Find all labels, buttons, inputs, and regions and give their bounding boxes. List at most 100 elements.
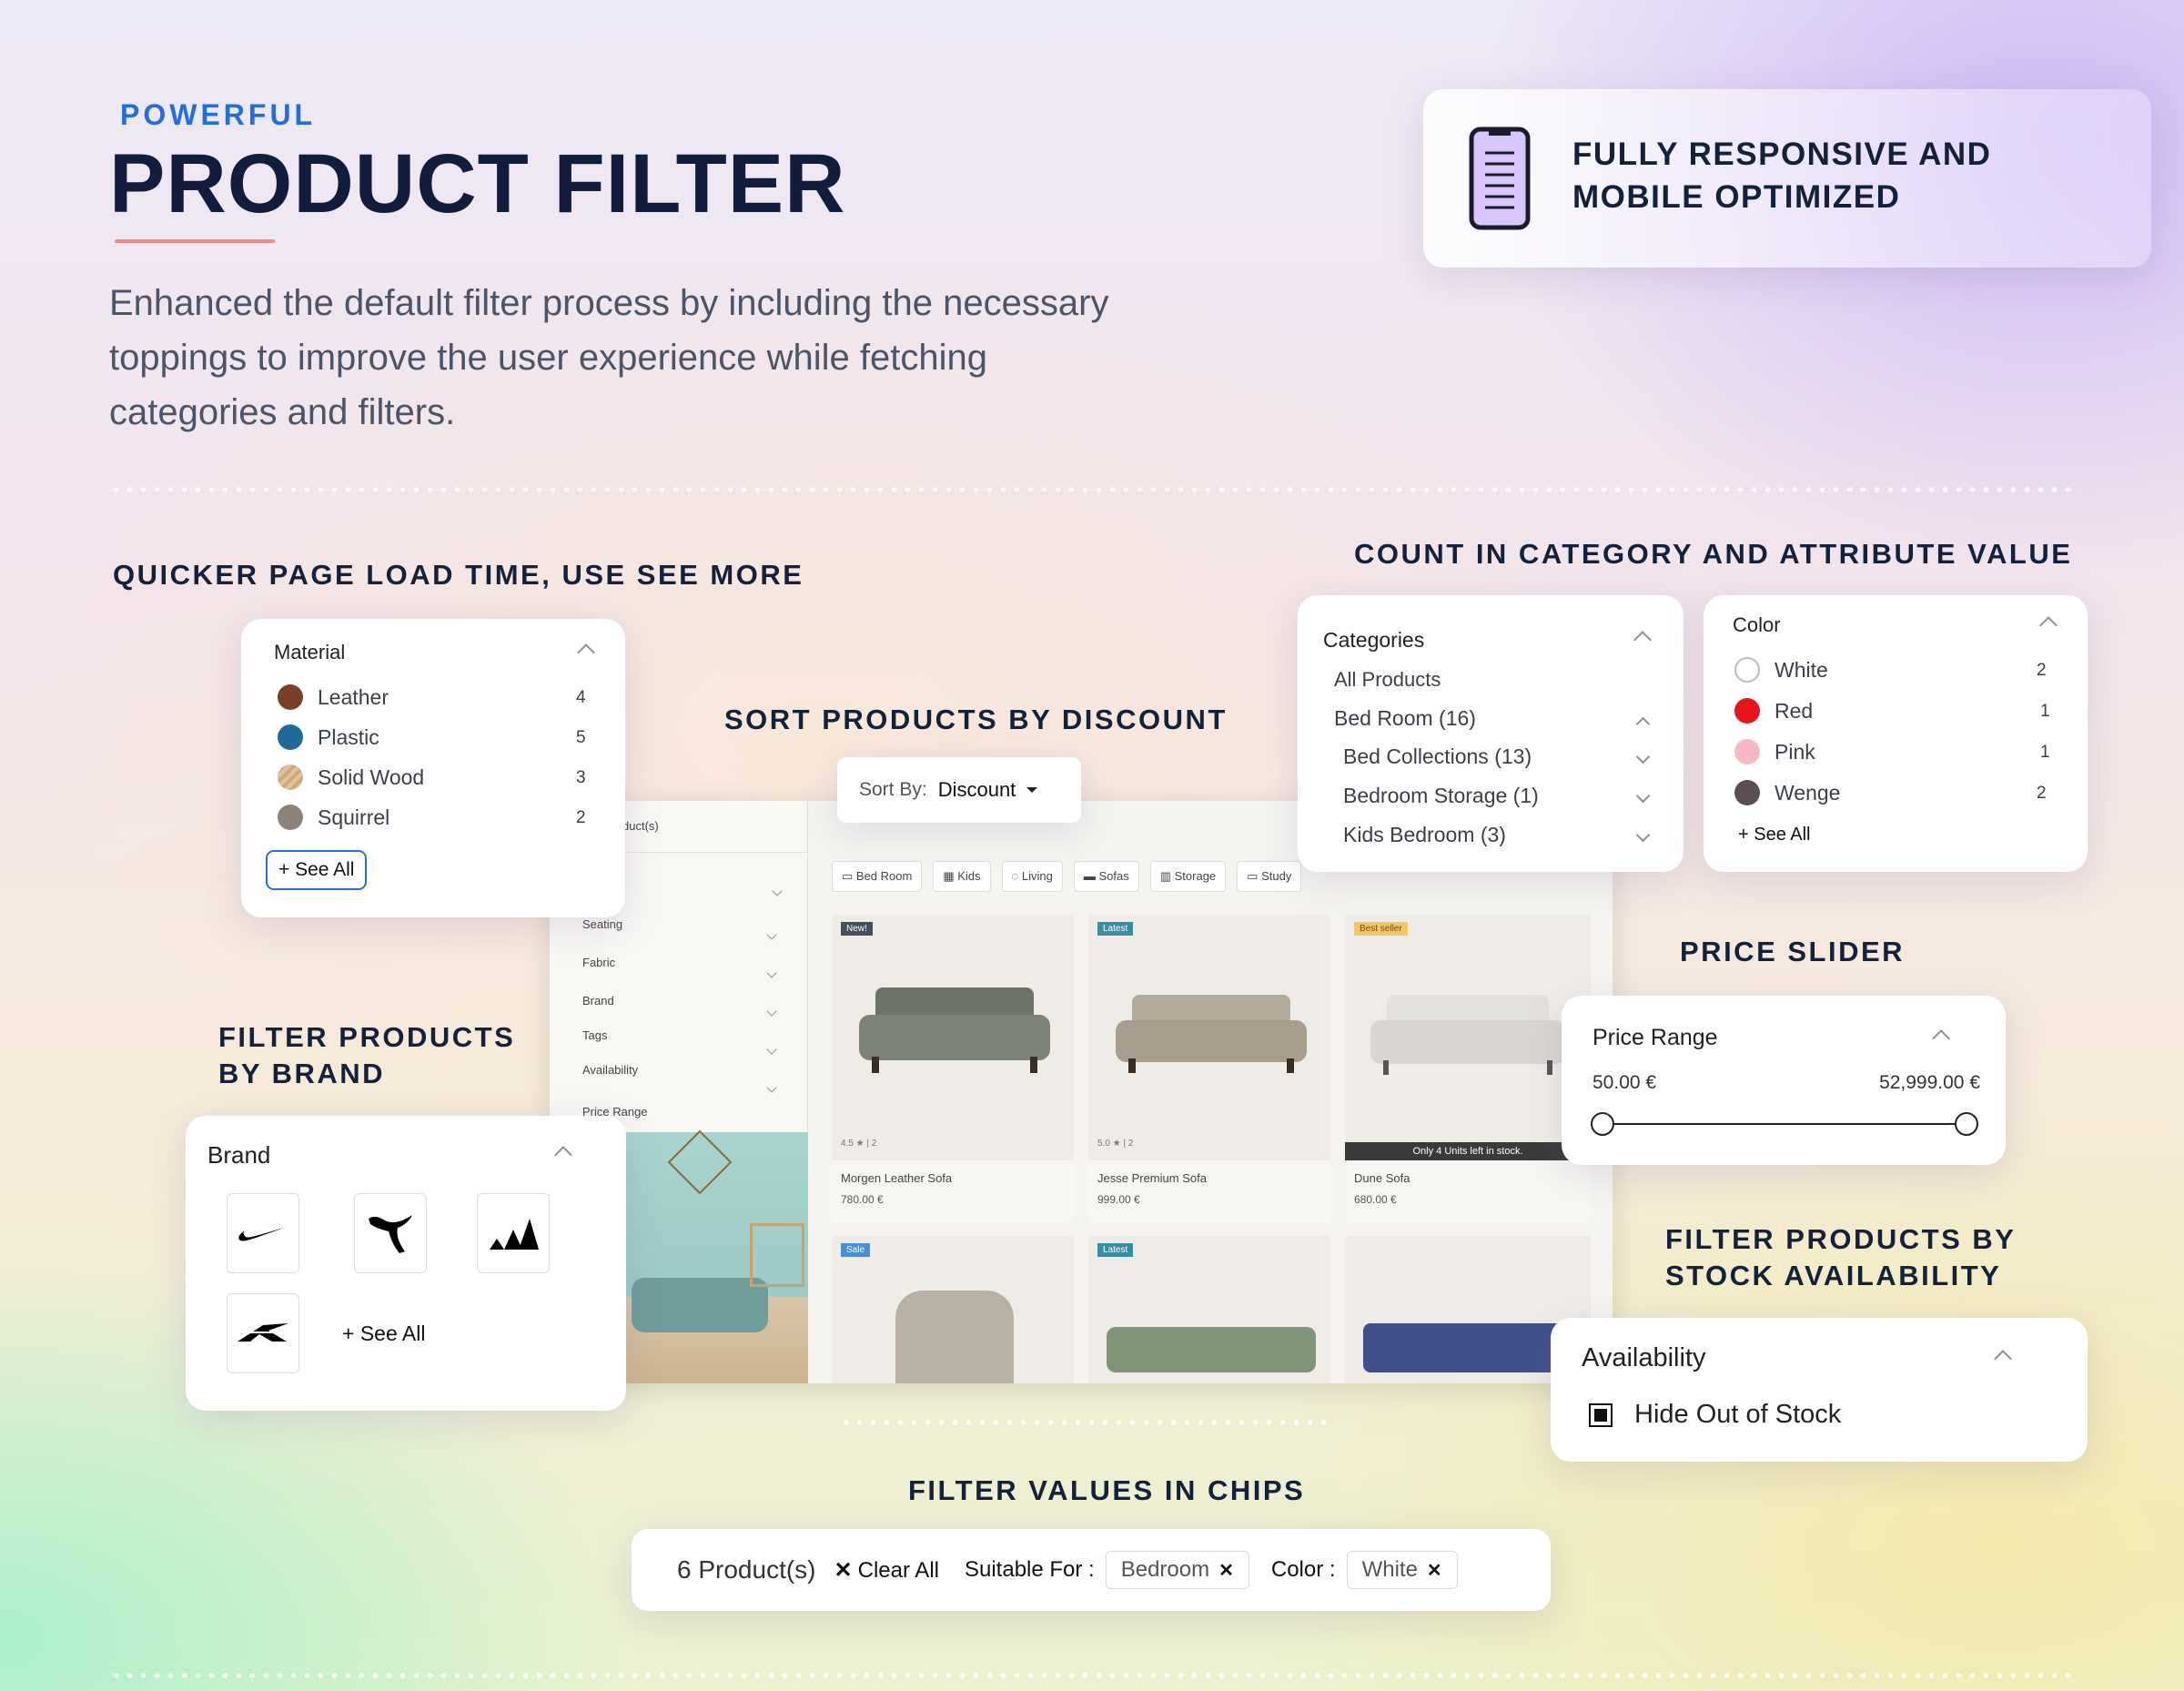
product-name[interactable]: Jesse Premium Sofa bbox=[1097, 1171, 1207, 1185]
material-option-leather[interactable]: Leather bbox=[278, 684, 389, 710]
feature-see-more-heading: QUICKER PAGE LOAD TIME, USE SEE MORE bbox=[113, 559, 804, 591]
filter-chip-white[interactable]: White ✕ bbox=[1346, 1551, 1458, 1589]
price-min: 50.00 € bbox=[1592, 1072, 1657, 1093]
checkbox[interactable] bbox=[1589, 1402, 1613, 1427]
product-price: 680.00 € bbox=[1354, 1193, 1397, 1206]
see-all-button[interactable]: + See All bbox=[266, 850, 368, 890]
filter-chip-bedroom[interactable]: Bedroom ✕ bbox=[1105, 1551, 1249, 1589]
sidebar-item-availability[interactable]: Availability bbox=[582, 1063, 638, 1077]
see-all-link[interactable]: + See All bbox=[1738, 825, 1811, 846]
color-option-red[interactable]: Red bbox=[1734, 698, 1813, 724]
collapse-icon[interactable] bbox=[577, 643, 595, 663]
collapse-icon[interactable] bbox=[1633, 631, 1652, 651]
armchair-image bbox=[895, 1291, 1014, 1383]
brand-title: Brand bbox=[207, 1141, 271, 1169]
tab-bed-room[interactable]: ▭ Bed Room bbox=[832, 861, 923, 892]
option-label: Wenge bbox=[1774, 780, 1841, 805]
tab-study[interactable]: ▭ Study bbox=[1237, 861, 1302, 892]
clear-all-button[interactable]: ✕ Clear All bbox=[834, 1557, 939, 1584]
category-kids-bedroom[interactable]: Kids Bedroom (3) bbox=[1343, 823, 1506, 847]
chevron-up-icon[interactable] bbox=[1635, 716, 1651, 734]
price-slider-max-handle[interactable] bbox=[1955, 1112, 1978, 1136]
tab-living[interactable]: ◌ Living bbox=[1001, 861, 1063, 892]
material-option-squirrel[interactable]: Squirrel bbox=[278, 805, 389, 830]
sort-dropdown[interactable]: Sort By: Discount bbox=[837, 757, 1081, 823]
product-rating: 5.0 ★ | 2 bbox=[1097, 1139, 1134, 1149]
close-icon[interactable]: ✕ bbox=[1218, 1559, 1234, 1582]
collapse-icon[interactable] bbox=[2039, 616, 2058, 636]
material-option-solid-wood[interactable]: Solid Wood bbox=[278, 764, 424, 790]
material-option-plastic[interactable]: Plastic bbox=[278, 724, 379, 750]
product-card[interactable]: Best seller Only 4 Units left in stock. … bbox=[1345, 915, 1591, 1224]
product-card[interactable]: New! 4.5 ★ | 2 Morgen Leather Sofa 780.0… bbox=[832, 915, 1074, 1224]
brand-filter-card: Brand + See All bbox=[186, 1116, 626, 1411]
pink-swatch bbox=[1734, 739, 1760, 764]
product-badge: New! bbox=[841, 922, 873, 936]
hide-out-of-stock-option[interactable]: Hide Out of Stock bbox=[1589, 1400, 1841, 1430]
sidebar-banner-image bbox=[622, 1129, 808, 1383]
product-card[interactable]: Latest 5.0 ★ | 2 Jesse Premium Sofa 999.… bbox=[1088, 915, 1330, 1224]
brand-adidas[interactable] bbox=[477, 1193, 550, 1273]
collapse-icon[interactable] bbox=[554, 1146, 572, 1166]
option-label: Red bbox=[1774, 698, 1814, 723]
adidas-logo-icon bbox=[490, 1219, 539, 1250]
product-rating: 4.5 ★ | 2 bbox=[841, 1139, 877, 1149]
option-count: 1 bbox=[2040, 743, 2050, 762]
sort-value: Discount bbox=[937, 778, 1016, 801]
heading-line: FILTER PRODUCTS bbox=[218, 1021, 516, 1053]
feature-price-heading: PRICE SLIDER bbox=[1680, 936, 1906, 967]
close-icon[interactable]: ✕ bbox=[1427, 1559, 1442, 1582]
option-label: Pink bbox=[1774, 739, 1815, 764]
close-icon: ✕ bbox=[834, 1557, 853, 1583]
category-bed-room[interactable]: Bed Room (16) bbox=[1334, 706, 1476, 731]
tab-kids[interactable]: ▦ Kids bbox=[933, 861, 991, 892]
sidebar-item-fabric[interactable]: Fabric bbox=[582, 956, 615, 969]
option-count: 2 bbox=[2037, 784, 2047, 803]
product-badge: Latest bbox=[1097, 1243, 1134, 1257]
sidebar-item-tags[interactable]: Tags bbox=[582, 1028, 607, 1042]
price-slider-track bbox=[1602, 1123, 1966, 1125]
tab-sofas[interactable]: ▬ Sofas bbox=[1073, 861, 1139, 892]
sidebar-item-brand[interactable]: Brand bbox=[582, 994, 614, 1008]
collapse-icon[interactable] bbox=[1994, 1350, 2012, 1370]
material-title: Material bbox=[274, 641, 346, 663]
sidebar-dropdown[interactable] bbox=[772, 883, 783, 899]
description-line: Enhanced the default filter process by i… bbox=[109, 283, 1109, 323]
feature-sort-heading: SORT PRODUCTS BY DISCOUNT bbox=[724, 704, 1228, 735]
price-slider-min-handle[interactable] bbox=[1591, 1112, 1614, 1136]
color-option-white[interactable]: White bbox=[1734, 657, 1828, 683]
option-count: 2 bbox=[576, 808, 586, 827]
price-max: 52,999.00 € bbox=[1879, 1072, 1980, 1093]
product-name[interactable]: Dune Sofa bbox=[1354, 1171, 1410, 1185]
brand-puma[interactable] bbox=[354, 1193, 427, 1273]
categories-title: Categories bbox=[1323, 628, 1425, 652]
color-filter-card: Color White 2 Red 1 Pink 1 Wenge 2 + See… bbox=[1704, 595, 2088, 872]
sort-label: Sort By: bbox=[859, 779, 927, 800]
feature-count-heading: COUNT IN CATEGORY AND ATTRIBUTE VALUE bbox=[1354, 538, 2073, 570]
divider-top bbox=[109, 487, 2079, 492]
category-bedroom-storage[interactable]: Bedroom Storage (1) bbox=[1343, 784, 1539, 808]
product-info bbox=[832, 1160, 1074, 1224]
chevron-down-icon[interactable] bbox=[1635, 827, 1651, 845]
brand-reebok[interactable] bbox=[227, 1293, 299, 1373]
product-name[interactable]: Morgen Leather Sofa bbox=[841, 1171, 952, 1185]
see-all-link[interactable]: + See All bbox=[342, 1321, 425, 1346]
brand-nike[interactable] bbox=[227, 1193, 299, 1273]
collapse-icon[interactable] bbox=[1932, 1029, 1950, 1049]
chevron-down-icon[interactable] bbox=[1635, 749, 1651, 766]
color-option-pink[interactable]: Pink bbox=[1734, 739, 1815, 764]
category-bed-collections[interactable]: Bed Collections (13) bbox=[1343, 744, 1532, 769]
sidebar-item-seating[interactable]: Seating bbox=[582, 917, 622, 931]
option-label: Leather bbox=[318, 684, 389, 709]
tab-storage[interactable]: ▥ Storage bbox=[1149, 861, 1227, 892]
nike-logo-icon bbox=[238, 1227, 287, 1241]
color-option-wenge[interactable]: Wenge bbox=[1734, 780, 1840, 805]
product-card[interactable]: Sale bbox=[832, 1236, 1074, 1383]
sofa-image bbox=[859, 987, 1050, 1073]
category-all-products[interactable]: All Products bbox=[1334, 668, 1441, 692]
chevron-down-icon[interactable] bbox=[1635, 788, 1651, 805]
product-info bbox=[1345, 1160, 1591, 1224]
blue-sofa-image bbox=[1363, 1323, 1582, 1372]
product-card[interactable]: Latest bbox=[1088, 1236, 1330, 1383]
availability-filter-card: Availability Hide Out of Stock bbox=[1551, 1318, 2088, 1462]
